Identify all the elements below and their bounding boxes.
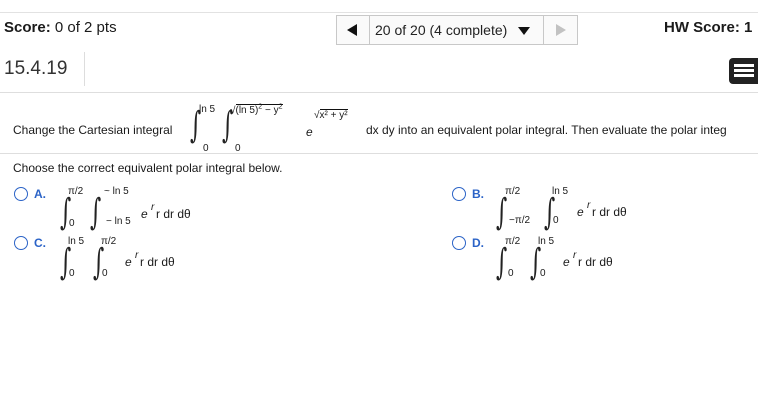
prompt-before: Change the Cartesian integral: [13, 123, 173, 137]
option-c-label[interactable]: C.: [34, 236, 46, 250]
outer-lower-limit: −π/2: [509, 215, 531, 226]
instruction: Choose the correct equivalent polar inte…: [13, 161, 283, 175]
exp-base: e: [125, 255, 132, 269]
outer-lower-limit: 0: [69, 218, 75, 229]
exp-power: r: [587, 200, 591, 211]
exp-power: r: [135, 250, 139, 261]
outer-upper-limit: π/2: [505, 236, 521, 247]
inner-upper-limit: ~ ln 5: [104, 186, 129, 197]
outer-upper-limit: π/2: [505, 186, 521, 197]
outer-upper-limit: π/2: [68, 186, 84, 197]
option-d-radio[interactable]: [452, 236, 466, 250]
exp-base: e: [141, 207, 148, 221]
option-d-integrand: r dr dθ: [578, 255, 613, 269]
exp-power: r: [151, 202, 155, 213]
option-a-label[interactable]: A.: [34, 187, 46, 201]
option-d-label[interactable]: D.: [472, 236, 484, 250]
inner-upper-limit: √(ln 5)2 − y2: [230, 104, 283, 117]
inner-lower-limit: 0: [540, 268, 546, 279]
outer-lower-limit: 0: [508, 268, 514, 279]
question-navigator: 20 of 20 (4 complete): [336, 15, 578, 45]
option-c-radio[interactable]: [14, 236, 28, 250]
integrand-base: e: [306, 125, 313, 139]
inner-lower-limit: 0: [102, 268, 108, 279]
inner-upper-limit: ln 5: [552, 186, 569, 197]
question-number: 15.4.19: [4, 58, 68, 79]
inner-upper-limit: π/2: [101, 236, 117, 247]
score-label: Score:: [4, 19, 51, 36]
outer-upper-limit: ln 5: [68, 236, 85, 247]
inner-lower-limit: − ln 5: [106, 216, 131, 227]
hw-score: HW Score: 1: [664, 19, 753, 36]
integral-sign: ∫: [496, 242, 508, 283]
exp-base: e: [563, 255, 570, 269]
option-b-radio[interactable]: [452, 187, 466, 201]
caret-down-icon[interactable]: [518, 27, 530, 35]
integrand-exponent: √x² + y²: [314, 109, 348, 121]
divider: [0, 153, 758, 154]
prompt-after: dx dy into an equivalent polar integral.…: [366, 123, 727, 137]
top-border: [0, 0, 758, 13]
inner-upper-limit: ln 5: [538, 236, 555, 247]
integral-sign: ∫: [90, 192, 102, 233]
exp-power: r: [573, 250, 577, 261]
score-value: 0 of 2 pts: [54, 19, 117, 36]
option-b-label[interactable]: B.: [472, 187, 484, 201]
right-arrow-icon[interactable]: [543, 16, 578, 44]
inner-lower-limit: 0: [553, 215, 559, 226]
outer-upper-limit: ln 5: [199, 104, 216, 115]
outer-lower-limit: 0: [69, 268, 75, 279]
option-a-integrand: r dr dθ: [156, 207, 191, 221]
integral-sign: ∫: [496, 192, 508, 233]
divider: [0, 92, 758, 93]
option-b-integrand: r dr dθ: [592, 205, 627, 219]
score-display: Score: 0 of 2 pts: [4, 19, 117, 36]
list-menu-icon[interactable]: [729, 58, 758, 84]
question-selector[interactable]: 20 of 20 (4 complete): [375, 22, 507, 38]
option-a-radio[interactable]: [14, 187, 28, 201]
exp-base: e: [577, 205, 584, 219]
option-c-integrand: r dr dθ: [140, 255, 175, 269]
left-arrow-icon[interactable]: [337, 16, 370, 44]
